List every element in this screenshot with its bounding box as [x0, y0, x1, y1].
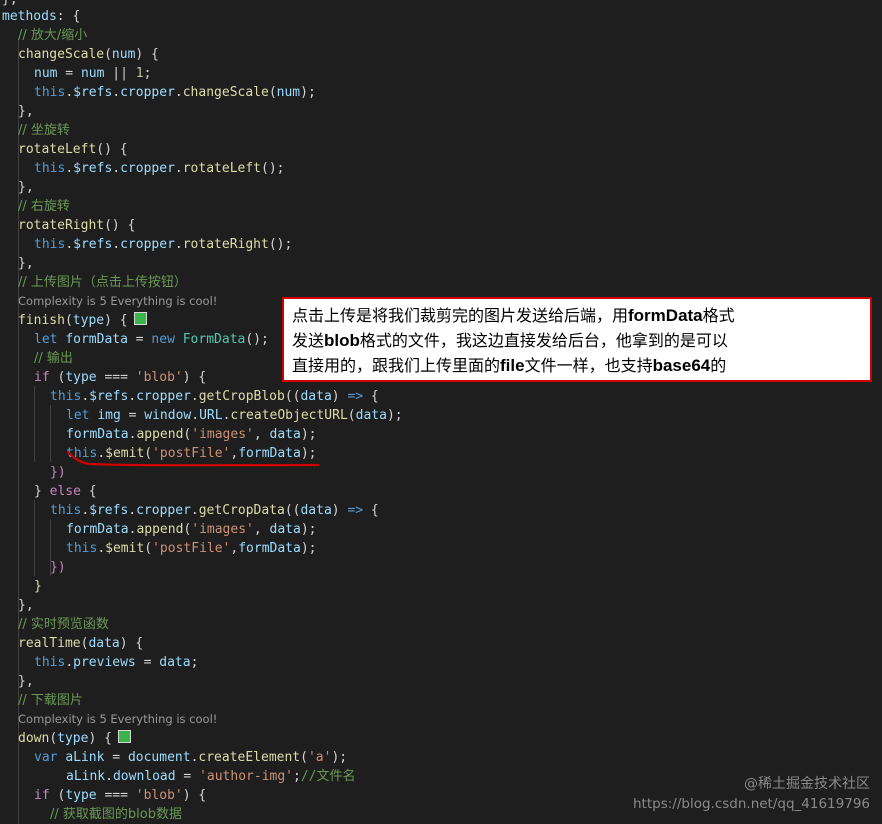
code-line: },	[18, 598, 34, 613]
code-comment: // 上传图片（点击上传按钮）	[18, 275, 187, 290]
code-editor[interactable]: }, methods: { // 放大/缩小 changeScale(num) …	[0, 0, 882, 824]
code-line: },	[18, 180, 34, 195]
code-comment: // 输出	[34, 351, 73, 366]
code-comment: // 坐旋转	[18, 123, 70, 138]
watermark: @稀土掘金技术社区 https://blog.csdn.net/qq_41619…	[633, 774, 870, 814]
annotation-callout: 点击上传是将我们裁剪完的图片发送给后端，用formData格式 发送blob格式…	[282, 297, 872, 382]
code-line: formData.append('images', data);	[66, 427, 317, 442]
annotation-line: 点击上传是将我们裁剪完的图片发送给后端，用formData格式	[292, 306, 735, 325]
code-line: this.$refs.cropper.rotateLeft();	[34, 161, 285, 176]
code-line: this.$refs.cropper.getCropData((data) =>…	[50, 503, 379, 518]
code-line: this.$refs.cropper.changeScale(num);	[34, 85, 316, 100]
codelens-complexity[interactable]: Complexity is 5 Everything is cool!	[18, 710, 217, 729]
code-line: finish(type) {	[0, 311, 147, 330]
code-line: rotateLeft() {	[18, 142, 128, 157]
code-line: },	[18, 674, 34, 689]
code-comment: // 下载图片	[18, 693, 83, 708]
watermark-url: https://blog.csdn.net/qq_41619796	[632, 796, 870, 812]
code-comment: // 右旋转	[18, 199, 70, 214]
code-line: rotateRight() {	[18, 218, 136, 233]
code-line: methods: {	[2, 9, 81, 24]
annotation-line: 发送blob格式的文件，我这边直接发给后台，他拿到的是可以	[292, 331, 728, 350]
code-line: if (type === 'blob') {	[34, 370, 207, 385]
code-line: let formData = new FormData();	[34, 332, 269, 347]
code-line: })	[50, 560, 66, 575]
code-line: this.$refs.cropper.rotateRight();	[34, 237, 293, 252]
code-line: } else {	[34, 484, 97, 499]
code-line: var aLink = document.createElement('a');	[34, 750, 348, 765]
code-line: realTime(data) {	[18, 636, 144, 651]
code-comment: // 实时预览函数	[18, 617, 109, 632]
code-line: down(type) {	[0, 729, 131, 748]
code-line: this.$refs.cropper.getCropBlob((data) =>…	[50, 389, 379, 404]
code-line: })	[50, 465, 66, 480]
codelens-complexity[interactable]: Complexity is 5 Everything is cool!	[18, 292, 217, 311]
code-line: changeScale(num) {	[18, 47, 159, 62]
code-line: num = num || 1;	[34, 66, 152, 81]
code-line: formData.append('images', data);	[66, 522, 317, 537]
status-square-icon	[133, 312, 147, 325]
code-comment: // 放大/缩小	[18, 28, 88, 43]
annotation-line: 直接用的，跟我们上传里面的file文件一样，也支持base64的	[292, 356, 727, 375]
status-square-icon	[117, 730, 131, 743]
code-comment: // 获取截图的blob数据	[50, 807, 182, 822]
code-line: let img = window.URL.createObjectURL(dat…	[66, 408, 403, 423]
code-line: aLink.download = 'author-img';//文件名	[66, 769, 356, 784]
code-line: this.$emit('postFile',formData);	[66, 541, 317, 556]
code-line: if (type === 'blob') {	[34, 788, 207, 803]
code-line: }	[34, 579, 42, 594]
red-underline-annotation	[66, 450, 320, 467]
watermark-site: @稀土掘金技术社区	[744, 776, 870, 792]
code-line: },	[18, 256, 34, 271]
code-line: },	[18, 104, 34, 119]
code-line: this.previews = data;	[34, 655, 199, 670]
